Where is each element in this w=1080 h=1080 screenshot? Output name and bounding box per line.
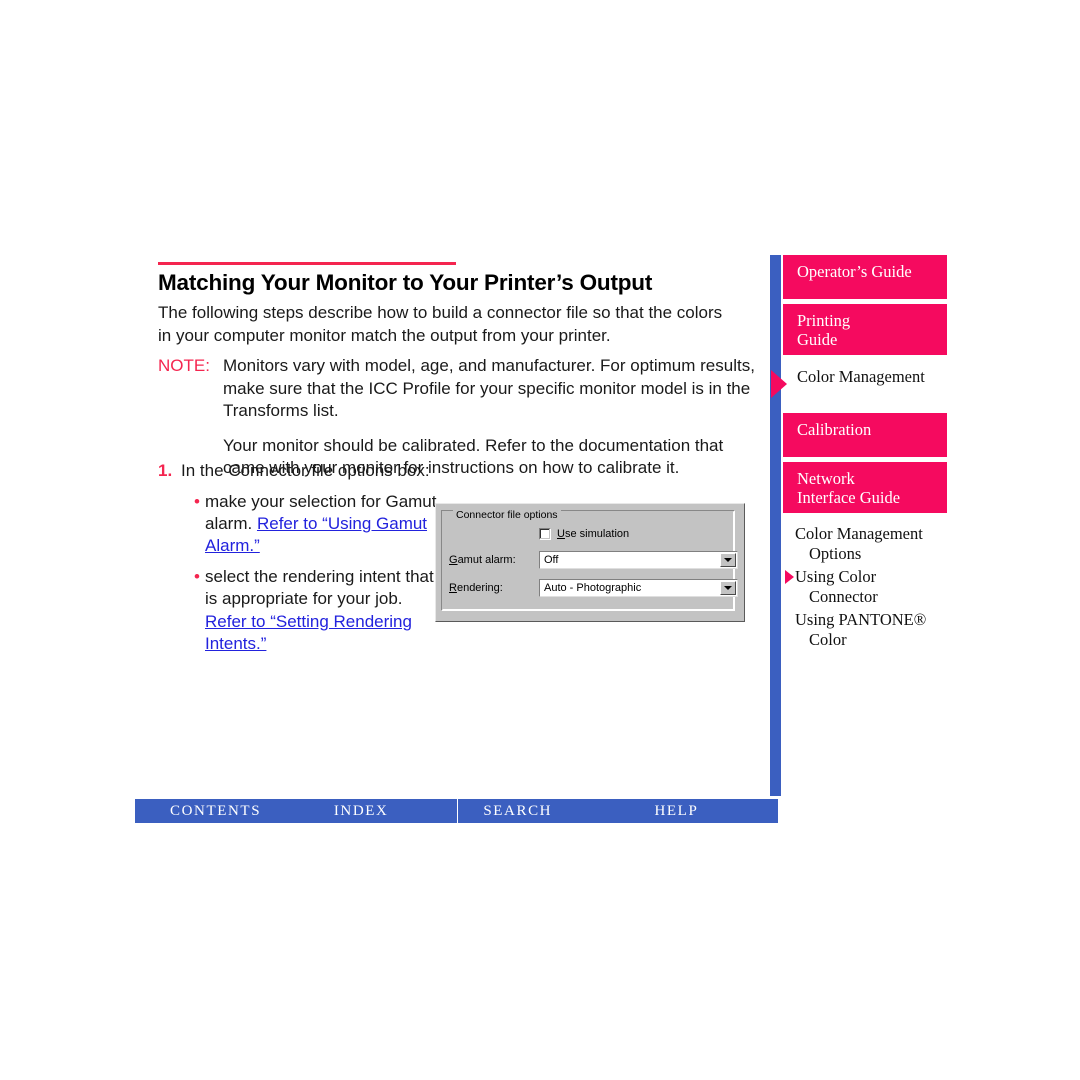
sidebar-subitem-label-line2: Options (809, 543, 862, 563)
sidebar-item-color-management[interactable]: Color Management (771, 360, 947, 408)
sidebar-item-label: Operator’s Guide (797, 262, 912, 281)
note-paragraph-1: Monitors vary with model, age, and manuf… (223, 356, 755, 421)
sidebar-subitem-label-line1: Using PANTONE® (795, 610, 927, 629)
bottom-nav-help[interactable]: HELP (624, 799, 778, 823)
step-number: 1. (158, 461, 173, 480)
connector-file-options-dialog: Connector file options Use simulation Ga… (435, 503, 745, 622)
chevron-down-icon (724, 558, 732, 562)
chevron-down-icon (724, 586, 732, 590)
bullet-marker: • (194, 492, 200, 512)
gamut-alarm-dropdown[interactable]: Off (539, 551, 738, 569)
sidebar-subitem-label-line1: Using Color (795, 567, 877, 586)
bullet-marker: • (194, 567, 200, 587)
page-title: Matching Your Monitor to Your Printer’s … (158, 270, 653, 295)
bottom-nav-label: CONTENTS (170, 802, 262, 819)
bottom-nav-index[interactable]: INDEX (329, 799, 458, 823)
use-simulation-checkbox[interactable] (539, 528, 551, 540)
sidebar-spine (770, 255, 781, 796)
sidebar-subitem-using-pantone-color[interactable]: Using PANTONE® Color (795, 610, 965, 650)
sidebar-item-printing-guide[interactable]: Printing Guide (783, 304, 947, 355)
use-simulation-label: Use simulation (557, 528, 629, 540)
bullet-text: make your selection for Gamut alarm. Ref… (205, 491, 446, 557)
accelerator-letter: R (449, 582, 457, 594)
sidebar-item-label-line2: Guide (797, 330, 838, 350)
bullet-text-plain: select the rendering intent that is appr… (205, 567, 434, 609)
sidebar-subitem-using-color-connector[interactable]: Using Color Connector (785, 567, 965, 607)
note-label: NOTE: (158, 356, 210, 375)
sidebar-subitem-label-line1: Color Management (795, 524, 923, 543)
link-setting-rendering-intents[interactable]: Refer to “Setting Rendering Intents.” (205, 612, 412, 653)
rendering-dropdown[interactable]: Auto - Photographic (539, 579, 738, 597)
sidebar-nav: Operator’s Guide Printing Guide Color Ma… (771, 255, 961, 665)
rendering-dropdown-button[interactable] (720, 581, 736, 595)
sidebar-item-network-interface-guide[interactable]: Network Interface Guide (783, 462, 947, 513)
gamut-alarm-row: Gamut alarm: Off (449, 551, 738, 569)
sidebar-item-label: Color Management (797, 367, 925, 386)
sidebar-item-label: Calibration (797, 420, 872, 439)
sidebar-subitem-label-line2: Connector (809, 586, 878, 606)
bottom-nav-contents[interactable]: CONTENTS (135, 799, 329, 823)
connector-file-options-groupbox: Connector file options Use simulation Ga… (441, 510, 738, 611)
gamut-alarm-label-rest: amut alarm: (457, 554, 516, 566)
sidebar-item-label-line1: Network (797, 469, 855, 488)
rendering-label-rest: endering: (456, 582, 503, 594)
list-item: • make your selection for Gamut alarm. R… (194, 491, 446, 557)
rendering-label: Rendering: (449, 582, 539, 594)
sidebar-item-label-line2: Interface Guide (797, 488, 901, 508)
gamut-alarm-label: Gamut alarm: (449, 554, 539, 566)
bottom-navigation-bar: CONTENTS INDEX SEARCH HELP (135, 799, 778, 823)
bottom-nav-label: HELP (654, 802, 699, 819)
current-page-arrow-icon (771, 370, 787, 398)
gamut-alarm-value: Off (544, 554, 559, 566)
sidebar-item-label-line1: Printing (797, 311, 851, 330)
heading-rule (158, 262, 456, 265)
manual-page: Matching Your Monitor to Your Printer’s … (0, 0, 1080, 1080)
sidebar-subitem-color-management-options[interactable]: Color Management Options (795, 524, 965, 564)
accelerator-letter: U (557, 528, 565, 540)
step-block: 1. In the Connector file options box: • … (158, 460, 458, 664)
accelerator-letter: G (449, 554, 458, 566)
bottom-nav-label: SEARCH (483, 802, 553, 819)
rendering-row: Rendering: Auto - Photographic (449, 579, 738, 597)
bottom-nav-label: INDEX (333, 802, 389, 819)
rendering-value: Auto - Photographic (544, 582, 642, 594)
gamut-alarm-dropdown-button[interactable] (720, 553, 736, 567)
step-text: In the Connector file options box: (181, 461, 430, 480)
use-simulation-row[interactable]: Use simulation (539, 528, 629, 540)
note-row: NOTE: Monitors vary with model, age, and… (158, 355, 763, 423)
step-row: 1. In the Connector file options box: (158, 460, 458, 482)
bottom-nav-search[interactable]: SEARCH (457, 799, 624, 823)
sidebar-item-calibration[interactable]: Calibration (783, 413, 947, 457)
list-item: • select the rendering intent that is ap… (194, 566, 446, 654)
bullet-text: select the rendering intent that is appr… (205, 566, 446, 654)
bullet-list: • make your selection for Gamut alarm. R… (194, 491, 446, 655)
groupbox-title: Connector file options (453, 510, 561, 521)
intro-paragraph: The following steps describe how to buil… (158, 303, 723, 345)
use-simulation-label-rest: se simulation (564, 528, 630, 540)
sidebar-subitem-label-line2: Color (809, 629, 847, 649)
current-section-arrow-icon (785, 570, 794, 584)
sidebar-item-operators-guide[interactable]: Operator’s Guide (783, 255, 947, 299)
